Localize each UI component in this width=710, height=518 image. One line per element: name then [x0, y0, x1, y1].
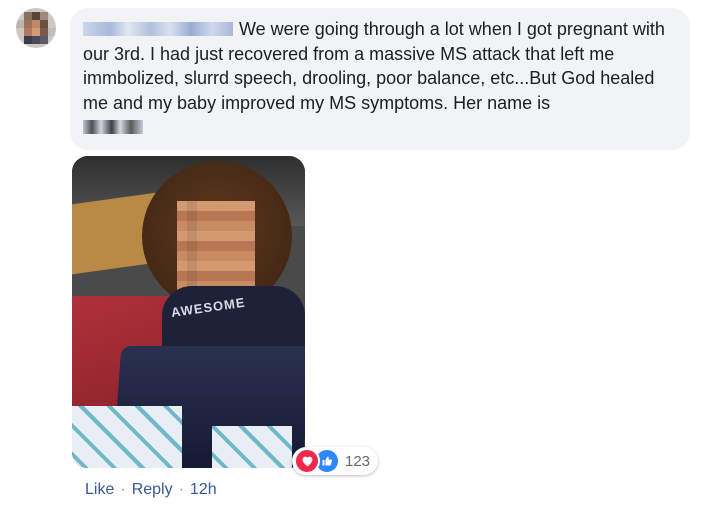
- author-name-redacted[interactable]: [83, 22, 233, 36]
- reaction-count: 123: [345, 452, 371, 470]
- avatar[interactable]: [16, 8, 56, 48]
- child-name-redacted: [83, 120, 143, 134]
- reply-link[interactable]: Reply: [132, 481, 173, 499]
- timestamp-link[interactable]: 12h: [190, 481, 217, 499]
- reactions-summary[interactable]: 123: [292, 447, 379, 475]
- photo-leggings: [72, 406, 182, 468]
- comment-actions: Like · Reply · 12h: [85, 481, 217, 499]
- photo-leggings-2: [212, 426, 292, 468]
- separator-dot: ·: [178, 481, 184, 498]
- love-icon: [294, 448, 320, 474]
- photo-face-blurred: [177, 201, 255, 291]
- separator-dot: ·: [120, 481, 126, 498]
- like-link[interactable]: Like: [85, 481, 114, 499]
- comment-bubble: We were going through a lot when I got p…: [70, 8, 690, 150]
- comment-photo[interactable]: AWESOME: [72, 156, 305, 468]
